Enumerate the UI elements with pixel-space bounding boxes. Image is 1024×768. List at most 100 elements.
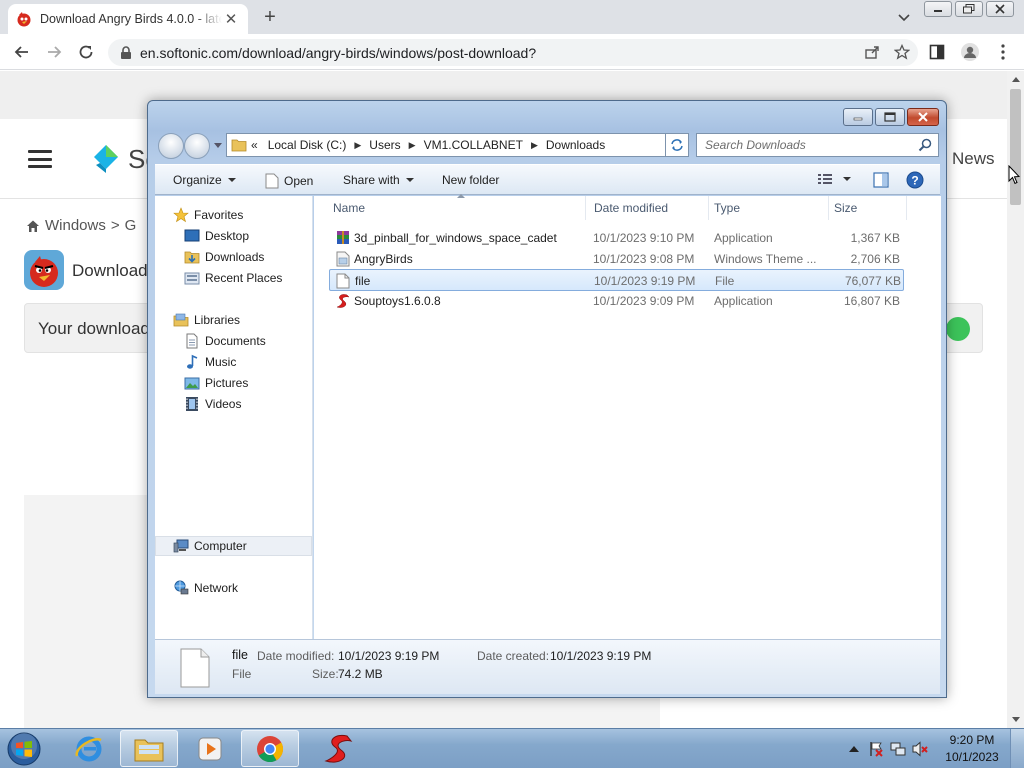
column-header-type[interactable]: Type bbox=[709, 196, 829, 220]
file-row[interactable]: Souptoys1.6.0.8 10/1/2023 9:09 PM Applic… bbox=[330, 291, 903, 311]
taskbar-media-player[interactable] bbox=[181, 730, 239, 767]
search-icon[interactable] bbox=[918, 138, 932, 152]
new-folder-button[interactable]: New folder bbox=[442, 173, 499, 187]
open-button[interactable]: Open bbox=[265, 173, 313, 189]
address-segment-user[interactable]: VM1.COLLABNET bbox=[424, 138, 523, 152]
nav-documents[interactable]: Documents bbox=[184, 332, 266, 350]
nav-favorites[interactable]: Favorites bbox=[173, 206, 243, 224]
address-bar[interactable]: en.softonic.com/download/angry-birds/win… bbox=[108, 39, 918, 66]
explorer-maximize-button[interactable] bbox=[875, 108, 905, 126]
taskbar-windows-explorer[interactable] bbox=[120, 730, 178, 767]
breadcrumb-games[interactable]: G bbox=[125, 217, 137, 234]
file-row[interactable]: AngryBirds 10/1/2023 9:08 PM Windows The… bbox=[330, 249, 903, 269]
address-segment-downloads[interactable]: Downloads bbox=[546, 138, 605, 152]
browser-tab-strip: Download Angry Birds 4.0.0 - latest vers… bbox=[0, 0, 1024, 34]
softonic-logo-icon[interactable] bbox=[90, 143, 122, 175]
taskbar-chrome[interactable] bbox=[241, 730, 299, 767]
home-icon[interactable] bbox=[26, 219, 40, 233]
address-segment-users[interactable]: Users bbox=[369, 138, 400, 152]
taskbar-souptoys[interactable] bbox=[309, 730, 367, 767]
address-segment-local-disk[interactable]: Local Disk (C:) bbox=[268, 138, 347, 152]
refresh-button[interactable] bbox=[665, 133, 689, 157]
url-text[interactable]: en.softonic.com/download/angry-birds/win… bbox=[140, 45, 536, 61]
address-separator-icon[interactable]: ▶ bbox=[409, 140, 416, 151]
news-link[interactable]: News bbox=[952, 149, 995, 169]
nav-pictures[interactable]: Pictures bbox=[184, 374, 248, 392]
lock-icon[interactable] bbox=[120, 45, 132, 60]
file-name[interactable]: file bbox=[355, 274, 370, 288]
file-date: 10/1/2023 9:19 PM bbox=[594, 274, 696, 288]
minimize-button[interactable] bbox=[924, 1, 952, 17]
nav-music[interactable]: Music bbox=[184, 353, 236, 371]
column-type-label: Type bbox=[714, 201, 741, 215]
chevron-down-icon bbox=[843, 177, 851, 181]
address-separator-icon[interactable]: ▶ bbox=[354, 140, 361, 151]
column-header-name[interactable]: Name bbox=[328, 194, 586, 220]
breadcrumb-windows[interactable]: Windows bbox=[45, 217, 106, 234]
column-header-date-modified[interactable]: Date modified bbox=[589, 196, 709, 220]
organize-button[interactable]: Organize bbox=[173, 173, 236, 187]
bookmark-star-icon[interactable] bbox=[894, 44, 910, 60]
show-hidden-icons-button[interactable] bbox=[846, 741, 862, 757]
new-tab-button[interactable]: + bbox=[258, 6, 282, 28]
nav-desktop[interactable]: Desktop bbox=[184, 227, 249, 245]
restore-button[interactable] bbox=[955, 1, 983, 17]
details-file-name: file bbox=[232, 648, 248, 662]
view-details-icon bbox=[818, 174, 832, 184]
start-button[interactable] bbox=[4, 731, 44, 767]
explorer-nav-buttons bbox=[158, 133, 226, 159]
scrollbar-thumb[interactable] bbox=[1010, 89, 1021, 205]
file-name[interactable]: 3d_pinball_for_windows_space_cadet bbox=[354, 231, 584, 245]
tab-search-chevron-icon[interactable] bbox=[894, 8, 914, 26]
action-center-flag-icon[interactable] bbox=[868, 741, 884, 757]
side-panel-button[interactable] bbox=[927, 42, 947, 62]
taskbar-clock[interactable]: 9:20 PM 10/1/2023 bbox=[934, 732, 1010, 766]
taskbar-internet-explorer[interactable] bbox=[60, 730, 118, 767]
hamburger-menu-icon[interactable] bbox=[28, 150, 52, 168]
nav-network[interactable]: Network bbox=[173, 579, 238, 597]
show-desktop-button[interactable] bbox=[1010, 729, 1024, 768]
preview-pane-button[interactable] bbox=[873, 172, 889, 188]
close-button[interactable] bbox=[986, 1, 1014, 17]
network-status-icon[interactable] bbox=[890, 741, 906, 757]
explorer-address-bar[interactable]: « Local Disk (C:) ▶ Users ▶ VM1.COLLABNE… bbox=[226, 133, 686, 157]
recent-pages-chevron-icon[interactable] bbox=[214, 143, 222, 149]
back-button[interactable] bbox=[10, 40, 34, 64]
scroll-up-arrow-icon[interactable] bbox=[1007, 71, 1024, 87]
help-icon: ? bbox=[906, 171, 924, 189]
share-with-label: Share with bbox=[343, 173, 400, 187]
volume-muted-icon[interactable] bbox=[912, 740, 928, 757]
reload-button[interactable] bbox=[74, 40, 98, 64]
address-separator-icon[interactable]: ▶ bbox=[531, 140, 538, 151]
column-header-size[interactable]: Size bbox=[829, 196, 907, 220]
forward-button[interactable] bbox=[42, 40, 66, 64]
explorer-back-button[interactable] bbox=[158, 133, 184, 159]
side-panel-icon bbox=[929, 44, 945, 60]
share-with-button[interactable]: Share with bbox=[343, 173, 414, 187]
nav-computer[interactable]: Computer bbox=[173, 537, 247, 555]
file-name[interactable]: AngryBirds bbox=[354, 252, 584, 266]
explorer-close-button[interactable] bbox=[907, 108, 939, 126]
file-row[interactable]: 3d_pinball_for_windows_space_cadet 10/1/… bbox=[330, 228, 903, 248]
profile-button[interactable] bbox=[960, 42, 980, 62]
explorer-minimize-button[interactable] bbox=[843, 108, 873, 126]
tab-close-icon[interactable]: ✕ bbox=[222, 10, 240, 28]
help-button[interactable]: ? bbox=[906, 171, 924, 189]
share-icon[interactable] bbox=[864, 44, 880, 60]
file-row-selected[interactable]: file 10/1/2023 9:19 PM File 76,077 KB bbox=[329, 269, 904, 291]
browser-tab[interactable]: Download Angry Birds 4.0.0 - latest vers… bbox=[8, 4, 248, 34]
search-downloads-field[interactable]: Search Downloads bbox=[696, 133, 939, 157]
change-view-button[interactable] bbox=[817, 172, 851, 186]
nav-recent-places[interactable]: Recent Places bbox=[184, 269, 282, 287]
nav-libraries[interactable]: Libraries bbox=[173, 311, 240, 329]
breadcrumb-separator: > bbox=[110, 217, 120, 234]
explorer-forward-button[interactable] bbox=[184, 133, 210, 159]
browser-menu-button[interactable] bbox=[993, 42, 1013, 62]
file-name[interactable]: Souptoys1.6.0.8 bbox=[354, 294, 584, 308]
address-overflow[interactable]: « bbox=[251, 138, 258, 152]
scroll-down-arrow-icon[interactable] bbox=[1007, 712, 1024, 728]
nav-videos[interactable]: Videos bbox=[184, 395, 241, 413]
restore-icon bbox=[963, 4, 975, 14]
search-placeholder[interactable]: Search Downloads bbox=[705, 138, 918, 152]
nav-downloads[interactable]: Downloads bbox=[184, 248, 264, 266]
